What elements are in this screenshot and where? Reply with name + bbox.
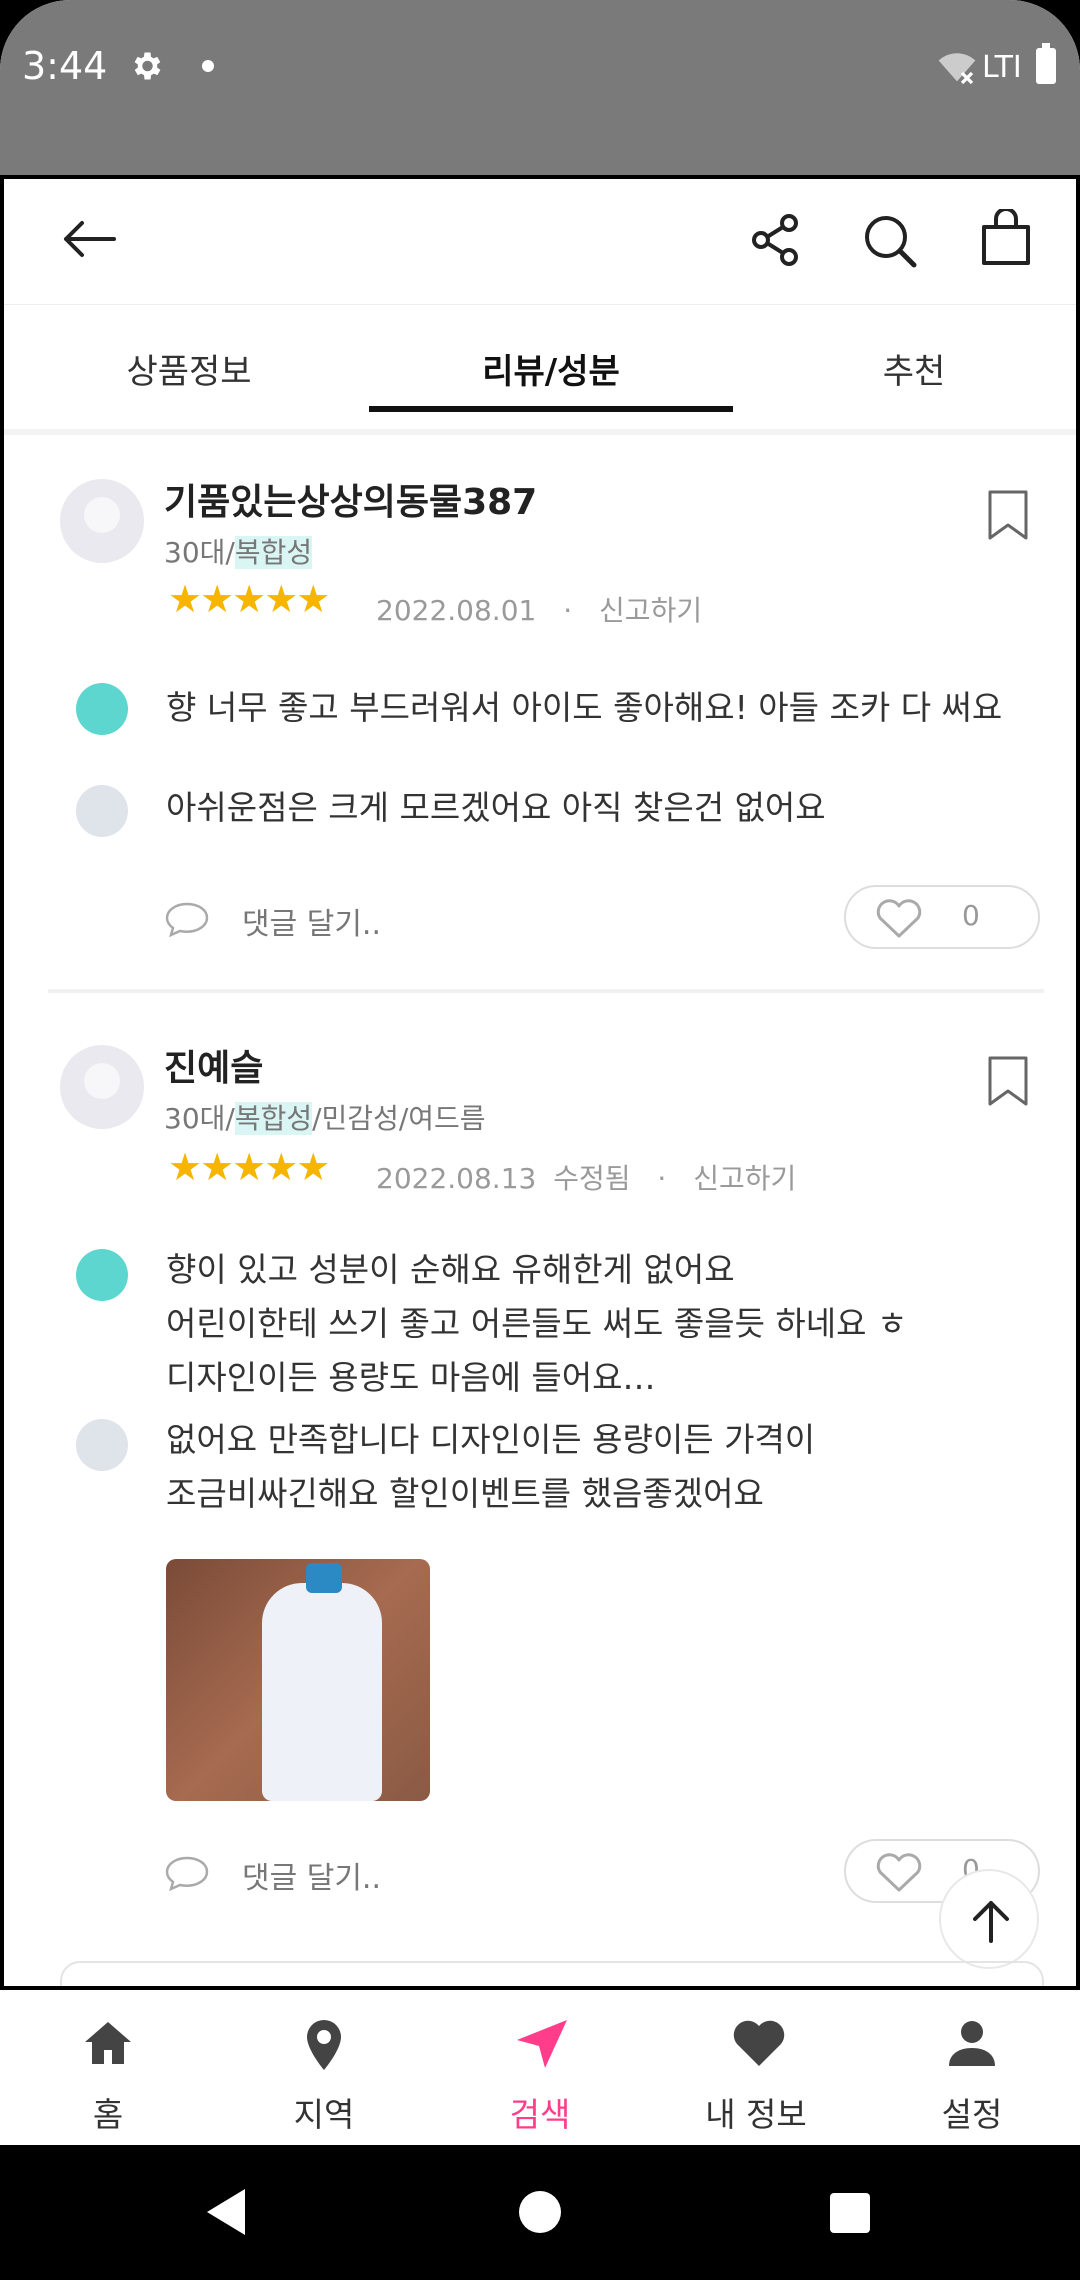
comment-bubble-icon[interactable]: [164, 901, 210, 937]
system-navigation-bar: [0, 2145, 1080, 2280]
smile-face-icon: [76, 1249, 128, 1301]
navigation-arrow-icon: [517, 2020, 567, 2068]
meta-skin-type: 복합성: [234, 1102, 313, 1135]
person-icon: [949, 2021, 995, 2066]
negative-text: 아쉬운점은 크게 모르겠어요 아직 찾은건 없어요: [166, 781, 826, 835]
report-link[interactable]: 신고하기: [693, 1162, 796, 1195]
bottom-navigation: 홈 지역 검색 내 정보 설정: [0, 1990, 1080, 2145]
like-button[interactable]: 0: [844, 885, 1040, 949]
review-photo[interactable]: [166, 1559, 430, 1801]
nav-label: 검색: [509, 2095, 571, 2134]
avatar: [60, 479, 144, 563]
tab-product-info[interactable]: 상품정보: [74, 344, 304, 393]
add-comment-button[interactable]: 댓글 달기..: [242, 1853, 381, 1897]
star-rating: ★★★★★: [168, 577, 330, 621]
comment-bubble-icon[interactable]: [164, 1855, 210, 1891]
tab-recommend[interactable]: 추천: [814, 344, 1014, 393]
sad-face-icon: [76, 1419, 128, 1471]
meta-age: 30대/: [164, 1102, 235, 1135]
arrow-up-icon: [973, 1901, 1009, 1943]
positive-text: 향이 있고 성분이 순해요 유해한게 없어요 어린이한테 쓰기 좋고 어른들도 …: [166, 1243, 907, 1405]
positive-text: 향 너무 좋고 부드러워서 아이도 좋아해요! 아들 조카 다 써요: [166, 681, 1002, 735]
reviewer-name: 진예슬: [164, 1048, 264, 1089]
product-bottle-image: [262, 1563, 382, 1801]
share-icon[interactable]: [749, 213, 803, 267]
active-tab-indicator: [369, 406, 733, 412]
meta-extra: /민감성/여드름: [312, 1102, 486, 1135]
back-arrow-icon[interactable]: [60, 219, 116, 259]
home-circle-icon[interactable]: [519, 2191, 561, 2233]
nav-home[interactable]: 홈: [0, 1990, 216, 2145]
wifi-off-icon: [938, 53, 976, 85]
heart-outline-icon: [876, 899, 922, 938]
search-icon[interactable]: [862, 213, 918, 269]
back-triangle-icon[interactable]: [205, 2187, 247, 2237]
like-count: 0: [962, 899, 980, 932]
smile-face-icon: [76, 683, 128, 735]
negative-line: 조금비싸긴해요 할인이벤트를 했음좋겠어요: [166, 1474, 764, 1513]
negative-line: 아쉬운점은 크게 모르겠어요 아직 찾은건 없어요: [166, 788, 826, 827]
reviewer-meta: 30대/복합성: [164, 531, 313, 571]
web-content: 상품정보 리뷰/성분 추천 기품있는상상의동물387 30대/복합성 ★★★★★…: [0, 175, 1080, 1990]
positive-line: 향 너무 좋고 부드러워서 아이도 좋아해요! 아들 조카 다 써요: [166, 688, 1003, 727]
positive-line: 향이 있고 성분이 순해요 유해한게 없어요: [166, 1250, 735, 1289]
heart-outline-icon: [876, 1853, 922, 1892]
reviewer-name: 기품있는상상의동물387: [164, 482, 538, 523]
edited-label: 수정됨: [553, 1162, 631, 1195]
review-date: 2022.08.01: [376, 594, 537, 627]
notification-dot-icon: [202, 60, 214, 72]
status-bar: 3:44 LTI: [0, 0, 1080, 175]
review-date: 2022.08.13: [376, 1162, 537, 1195]
meta-skin-type: 복합성: [234, 536, 313, 569]
bookmark-icon[interactable]: [987, 489, 1029, 541]
positive-line: 어린이한테 쓰기 좋고 어른들도 써도 좋을듯 하네요 ㅎ: [166, 1304, 908, 1343]
tab-bar: 상품정보 리뷰/성분 추천: [4, 304, 1076, 435]
nav-label: 지역: [293, 2095, 355, 2134]
gear-icon: [134, 52, 161, 80]
phone-screen: 3:44 LTI 상품정보 리뷰/성분 추천 기품있는상상의동물387 30대/…: [0, 0, 1080, 2280]
separator-dot: ·: [657, 1162, 667, 1195]
next-review-card: [60, 1961, 1044, 1986]
star-rating: ★★★★★: [168, 1145, 330, 1189]
home-icon: [85, 2022, 131, 2064]
avatar: [60, 1045, 144, 1129]
network-type: LTI: [982, 50, 1022, 85]
add-comment-button[interactable]: 댓글 달기..: [242, 899, 381, 943]
review-date-line: 2022.08.01 · 신고하기: [376, 589, 702, 629]
sad-face-icon: [76, 785, 128, 837]
shopping-bag-icon[interactable]: [980, 209, 1032, 267]
nav-my-info[interactable]: 내 정보: [648, 1990, 864, 2145]
negative-line: 없어요 만족합니다 디자인이든 용량이든 가격이: [166, 1420, 816, 1459]
nav-label: 홈: [92, 2095, 124, 2134]
nav-label: 설정: [941, 2095, 1003, 2134]
report-link[interactable]: 신고하기: [599, 594, 702, 627]
nav-settings[interactable]: 설정: [864, 1990, 1080, 2145]
negative-text: 없어요 만족합니다 디자인이든 용량이든 가격이 조금비싸긴해요 할인이벤트를 …: [166, 1413, 815, 1521]
status-time: 3:44: [22, 44, 108, 88]
nav-label: 내 정보: [705, 2095, 807, 2134]
positive-line: 디자인이든 용량도 마음에 들어요…: [166, 1358, 656, 1397]
recents-square-icon[interactable]: [830, 2193, 870, 2233]
review-date-line: 2022.08.13 수정됨 · 신고하기: [376, 1157, 796, 1197]
review-divider: [48, 989, 1044, 993]
location-pin-icon: [307, 2020, 341, 2070]
nav-search[interactable]: 검색: [432, 1990, 648, 2145]
bookmark-icon[interactable]: [987, 1055, 1029, 1107]
scroll-to-top-button[interactable]: [939, 1869, 1039, 1969]
heart-icon: [733, 2020, 785, 2066]
meta-age: 30대/: [164, 536, 235, 569]
separator-dot: ·: [563, 594, 573, 627]
nav-region[interactable]: 지역: [216, 1990, 432, 2145]
top-app-bar: [4, 179, 1076, 305]
reviewer-meta: 30대/복합성/민감성/여드름: [164, 1097, 486, 1137]
battery-icon: [1036, 43, 1056, 84]
tab-reviews-ingredients[interactable]: 리뷰/성분: [369, 344, 733, 393]
